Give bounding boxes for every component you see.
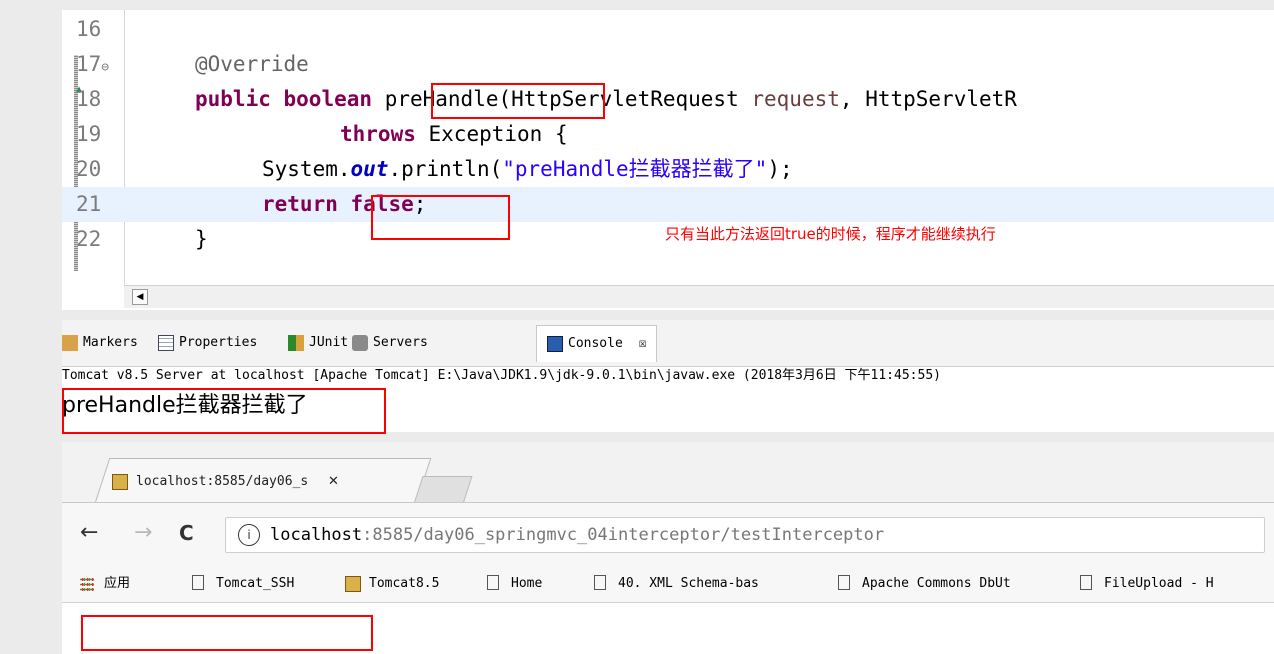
forward-icon[interactable]: →: [134, 517, 152, 549]
page-icon: [1080, 575, 1092, 590]
console-icon: [547, 335, 563, 352]
new-tab-button[interactable]: [413, 476, 473, 504]
tab-servers[interactable]: Servers: [352, 327, 428, 359]
tab-close-icon[interactable]: ✕: [328, 474, 339, 489]
bookmark-apps[interactable]: 应用: [80, 566, 130, 602]
url-text[interactable]: localhost:8585/day06_springmvc_04interce…: [270, 518, 884, 552]
view-tab-bar: Markers Properties JUnit Servers Console…: [62, 320, 1274, 367]
tab-label: JUnit: [309, 335, 349, 350]
line-number: 19: [76, 122, 102, 146]
annotation-note: 只有当此方法返回true的时候，程序才能继续执行: [665, 225, 996, 243]
tab-label: Markers: [83, 335, 138, 350]
bookmark-label: 40. XML Schema-bas: [618, 576, 759, 591]
address-bar[interactable]: i localhost:8585/day06_springmvc_04inter…: [225, 517, 1265, 553]
tab-label: Properties: [179, 335, 258, 350]
annotation-token: @Override: [195, 52, 309, 76]
tomcat-icon: [345, 575, 361, 592]
properties-icon: [158, 334, 174, 351]
keyword-token: boolean: [283, 87, 373, 111]
servers-icon: [352, 334, 368, 351]
page-icon: [838, 575, 850, 590]
code-text: @Override: [195, 47, 309, 82]
fold-icon[interactable]: ⊖: [101, 60, 109, 75]
bookmark-item[interactable]: Tomcat8.5: [345, 566, 439, 602]
bookmarks-bar: 应用 Tomcat_SSH Tomcat8.5 Home 40. XML Sch…: [62, 566, 1274, 603]
line-number: 18: [76, 87, 102, 111]
code-line[interactable]: 16: [62, 12, 1274, 47]
line-number: 16: [76, 17, 102, 41]
apps-icon: [80, 576, 94, 591]
markers-icon: [62, 334, 78, 351]
tab-title: localhost:8585/day06_s: [136, 474, 309, 489]
code-line[interactable]: 20 System.out.println("preHandle拦截器拦截了")…: [62, 152, 1274, 187]
output-highlight-box: [62, 388, 386, 434]
keyword-token: return: [262, 192, 338, 216]
bookmark-item[interactable]: Apache Commons DbUt: [838, 566, 1011, 602]
bookmark-label: Tomcat8.5: [369, 576, 440, 591]
line-number: 17⊖: [76, 52, 110, 76]
empty-page-highlight-box: [81, 615, 373, 651]
code-lines: 16 17⊖ @Override ▲ 18 public boolean pre…: [62, 12, 1274, 257]
tomcat-icon: [112, 473, 128, 490]
punct-token: );: [767, 157, 793, 181]
tab-console[interactable]: Console ☒: [536, 325, 658, 362]
tab-properties[interactable]: Properties: [158, 327, 257, 359]
bookmark-item[interactable]: Tomcat_SSH: [192, 566, 294, 602]
scroll-left-icon[interactable]: ◀: [132, 289, 148, 305]
tab-label: Servers: [373, 335, 428, 350]
comma-token: ,: [839, 87, 853, 111]
code-editor[interactable]: 16 17⊖ @Override ▲ 18 public boolean pre…: [62, 10, 1274, 310]
page-icon: [594, 575, 606, 590]
tab-markers[interactable]: Markers: [62, 327, 138, 359]
tab-junit[interactable]: JUnit: [288, 327, 348, 359]
method-call-token: .println(: [388, 157, 503, 181]
type-token: HttpServletR: [865, 87, 1017, 111]
horizontal-scrollbar[interactable]: ◀: [124, 285, 1274, 308]
back-icon[interactable]: ←: [80, 517, 98, 549]
bookmark-label: Apache Commons DbUt: [862, 576, 1011, 591]
code-line[interactable]: 19 throws Exception {: [62, 117, 1274, 152]
bookmark-item[interactable]: 40. XML Schema-bas: [594, 566, 759, 602]
class-token: System.: [262, 157, 351, 181]
url-host: localhost: [270, 525, 363, 545]
param-token: request: [751, 87, 840, 111]
keyword-token: throws: [340, 122, 416, 146]
page-icon: [487, 575, 499, 590]
code-line[interactable]: 17⊖ @Override: [62, 47, 1274, 82]
bookmark-label: Tomcat_SSH: [216, 576, 295, 591]
browser-toolbar: ← → C i localhost:8585/day06_springmvc_0…: [62, 502, 1274, 567]
bookmark-label: FileUpload - H: [1104, 576, 1214, 591]
reload-icon[interactable]: C: [179, 517, 194, 549]
line-number: 21: [76, 192, 102, 216]
line-number: 20: [76, 157, 102, 181]
code-text: System.out.println("preHandle拦截器拦截了");: [262, 152, 793, 187]
bookmark-item[interactable]: FileUpload - H: [1080, 566, 1214, 602]
page-icon: [192, 575, 204, 590]
code-text: }: [195, 222, 208, 257]
url-path: :8585/day06_springmvc_04interceptor/test…: [362, 525, 885, 545]
bookmark-label: Home: [511, 576, 543, 591]
exception-token: Exception {: [428, 122, 568, 146]
junit-icon: [288, 334, 304, 351]
field-token: out: [350, 157, 389, 181]
line-number: 22: [76, 227, 102, 251]
console-description: Tomcat v8.5 Server at localhost [Apache …: [62, 368, 941, 383]
code-text: throws Exception {: [340, 117, 568, 152]
browser-tab[interactable]: localhost:8585/day06_s ✕: [112, 460, 339, 504]
close-icon[interactable]: ☒: [639, 336, 647, 351]
tab-label: Console: [568, 336, 623, 351]
code-text: public boolean preHandle(HttpServletRequ…: [195, 82, 1017, 117]
bookmark-label: 应用: [104, 576, 131, 591]
brace-token: }: [195, 227, 208, 251]
string-token: "preHandle拦截器拦截了": [502, 157, 768, 181]
bookmark-item[interactable]: Home: [487, 566, 542, 602]
current-code-line[interactable]: 21 return false;: [62, 187, 1274, 222]
return-highlight-box: [371, 195, 510, 240]
method-highlight-box: [431, 83, 605, 119]
code-line[interactable]: ▲ 18 public boolean preHandle(HttpServle…: [62, 82, 1274, 117]
info-icon[interactable]: i: [238, 524, 260, 546]
keyword-token: public: [195, 87, 271, 111]
